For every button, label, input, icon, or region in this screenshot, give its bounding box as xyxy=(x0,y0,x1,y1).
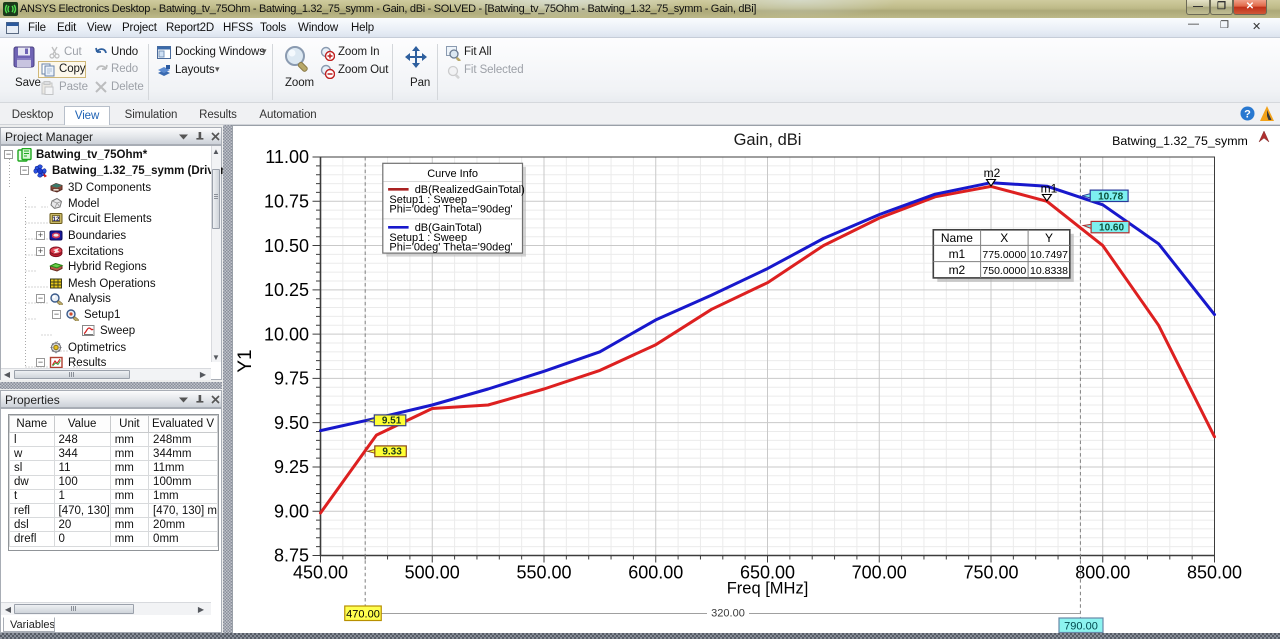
svg-text:Y: Y xyxy=(1045,231,1053,245)
svg-text:9.75: 9.75 xyxy=(274,369,309,389)
svg-text:9.25: 9.25 xyxy=(274,457,309,477)
svg-text:750.0000: 750.0000 xyxy=(982,265,1026,277)
svg-text:m2: m2 xyxy=(949,263,966,277)
svg-text:9.33: 9.33 xyxy=(382,447,402,458)
svg-text:Curve Info: Curve Info xyxy=(427,168,478,180)
svg-text:9.51: 9.51 xyxy=(382,416,402,427)
svg-text:9.50: 9.50 xyxy=(274,413,309,433)
svg-text:800.00: 800.00 xyxy=(1075,563,1130,583)
svg-text:10.78: 10.78 xyxy=(1098,191,1123,202)
svg-text:m1: m1 xyxy=(949,247,966,261)
svg-text:Batwing_1.32_75_symm: Batwing_1.32_75_symm xyxy=(1112,134,1248,148)
svg-text:12: 12 xyxy=(52,216,60,223)
svg-text:600.00: 600.00 xyxy=(628,563,683,583)
svg-text:500.00: 500.00 xyxy=(405,563,460,583)
svg-text:?: ? xyxy=(1244,109,1251,121)
svg-text:9.00: 9.00 xyxy=(274,501,309,521)
svg-text:m1: m1 xyxy=(1041,182,1058,196)
svg-text:700.00: 700.00 xyxy=(852,563,907,583)
svg-text:10.8338: 10.8338 xyxy=(1030,265,1068,277)
svg-text:550.00: 550.00 xyxy=(516,563,571,583)
svg-text:m2: m2 xyxy=(984,166,1001,180)
svg-text:850.00: 850.00 xyxy=(1187,563,1242,583)
svg-text:Phi='0deg' Theta='90deg': Phi='0deg' Theta='90deg' xyxy=(389,242,512,254)
svg-text:Gain, dBi: Gain, dBi xyxy=(734,131,802,149)
svg-text:11.00: 11.00 xyxy=(265,147,309,167)
svg-text:320.00: 320.00 xyxy=(711,608,745,620)
svg-text:10.75: 10.75 xyxy=(264,192,309,212)
svg-text:10.00: 10.00 xyxy=(264,324,309,344)
svg-text:775.0000: 775.0000 xyxy=(982,249,1026,261)
svg-text:Freq [MHz]: Freq [MHz] xyxy=(727,580,809,598)
svg-text:Name: Name xyxy=(941,231,973,245)
svg-text:Phi='0deg' Theta='90deg': Phi='0deg' Theta='90deg' xyxy=(389,204,512,216)
svg-text:790.00: 790.00 xyxy=(1064,620,1098,632)
svg-text:470.00: 470.00 xyxy=(346,608,380,620)
svg-text:750.00: 750.00 xyxy=(963,563,1018,583)
svg-text:10.25: 10.25 xyxy=(264,280,309,300)
svg-text:10.7497: 10.7497 xyxy=(1030,249,1068,261)
svg-text:Y1: Y1 xyxy=(235,349,256,372)
svg-text:X: X xyxy=(1000,231,1008,245)
svg-text:450.00: 450.00 xyxy=(293,563,348,583)
svg-text:10.50: 10.50 xyxy=(264,236,309,256)
svg-text:10.60: 10.60 xyxy=(1099,223,1124,234)
